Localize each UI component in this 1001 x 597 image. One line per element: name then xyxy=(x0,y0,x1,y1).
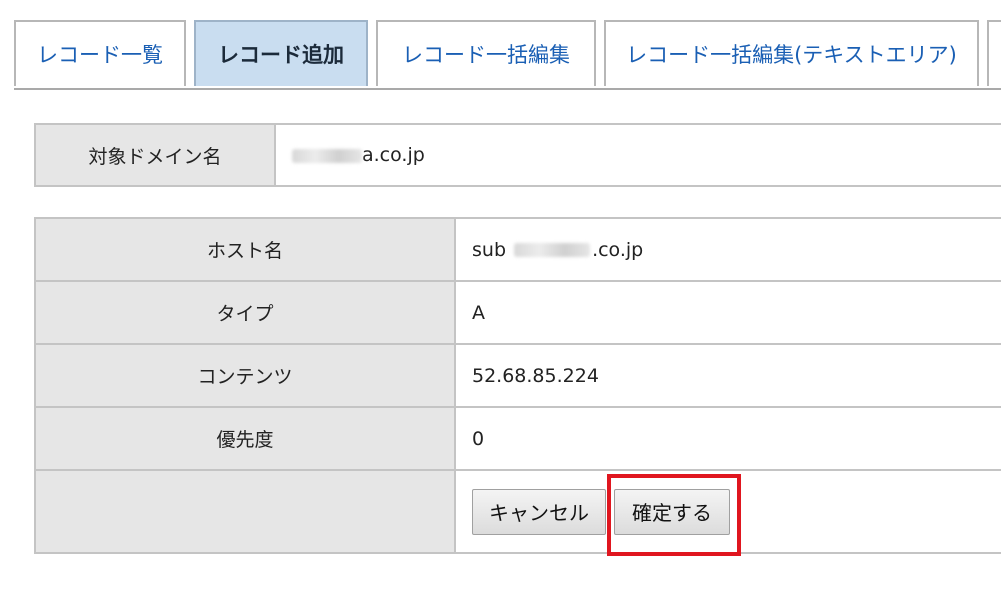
actions-row: キャンセル 確定する xyxy=(34,469,1001,554)
redacted-text xyxy=(292,148,362,163)
domain-row: 対象ドメイン名 a.co.jp xyxy=(34,123,1001,187)
tab-underline xyxy=(14,88,1001,90)
record-table: ホスト名 sub .co.jp タイプ A コンテンツ 52.68.85.224… xyxy=(34,217,1001,554)
record-tabs: レコード一覧 レコード追加 レコード一括編集 レコード一括編集(テキストエリア) xyxy=(14,20,1001,90)
content-row: コンテンツ 52.68.85.224 xyxy=(34,343,1001,408)
actions-label xyxy=(34,469,456,554)
action-buttons: キャンセル 確定する xyxy=(472,488,730,535)
tab-record-bulk-edit-textarea[interactable]: レコード一括編集(テキストエリア) xyxy=(604,20,979,86)
confirm-button[interactable]: 確定する xyxy=(614,488,730,535)
content-label: コンテンツ xyxy=(34,343,456,408)
content-value: 52.68.85.224 xyxy=(454,343,1001,408)
priority-value: 0 xyxy=(454,406,1001,471)
host-value-prefix: sub xyxy=(472,238,507,261)
domain-value-suffix: a.co.jp xyxy=(362,144,425,166)
host-value: sub .co.jp xyxy=(454,217,1001,282)
priority-label: 優先度 xyxy=(34,406,456,471)
host-row: ホスト名 sub .co.jp xyxy=(34,217,1001,282)
priority-row: 優先度 0 xyxy=(34,406,1001,471)
domain-label: 対象ドメイン名 xyxy=(34,123,276,187)
tab-record-add[interactable]: レコード追加 xyxy=(194,20,368,86)
domain-value: a.co.jp xyxy=(274,123,1001,187)
cancel-button[interactable]: キャンセル xyxy=(472,488,606,535)
redacted-text xyxy=(514,243,591,257)
host-label: ホスト名 xyxy=(34,217,456,282)
tab-more[interactable] xyxy=(987,20,1001,86)
host-value-suffix: .co.jp xyxy=(592,238,644,261)
type-row: タイプ A xyxy=(34,280,1001,345)
type-value: A xyxy=(454,280,1001,345)
domain-table: 対象ドメイン名 a.co.jp xyxy=(34,123,1001,187)
type-label: タイプ xyxy=(34,280,456,345)
actions-cell: キャンセル 確定する xyxy=(454,469,1001,554)
tab-record-bulk-edit[interactable]: レコード一括編集 xyxy=(376,20,596,86)
tab-record-list[interactable]: レコード一覧 xyxy=(14,20,186,86)
